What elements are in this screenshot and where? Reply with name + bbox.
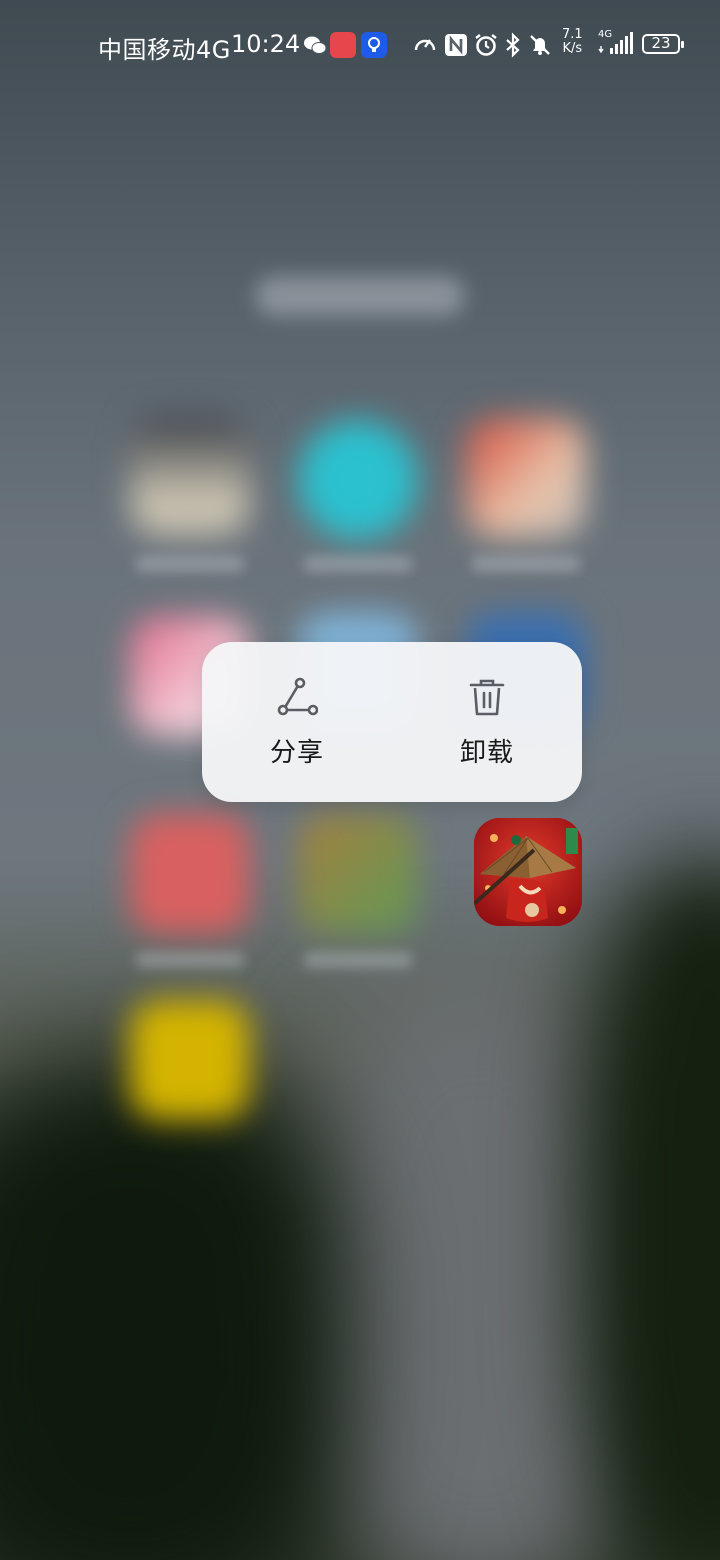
- battery-icon: 23: [642, 34, 684, 54]
- app-label-blurred: [135, 556, 245, 572]
- network-speed-unit: K/s: [562, 41, 583, 56]
- app-icon-blurred: [130, 1000, 250, 1120]
- uninstall-label: 卸载: [459, 738, 514, 768]
- app-icon-blurred: [130, 814, 250, 934]
- app-icon-blurred: [298, 420, 418, 540]
- huawei-store-icon: [330, 32, 356, 58]
- app-icon-blurred: [298, 814, 418, 934]
- uninstall-menu-item[interactable]: 卸载: [392, 642, 582, 802]
- network-speed: 7.1 K/s: [562, 28, 583, 56]
- lightbulb-app-icon: [361, 32, 387, 58]
- app-icon-blurred: [130, 416, 250, 536]
- bluetooth-icon: [506, 32, 520, 58]
- app-label-blurred: [471, 556, 581, 572]
- share-icon: [277, 677, 318, 716]
- app-label-blurred: [303, 556, 413, 572]
- battery-level: 23: [651, 34, 671, 52]
- share-label: 分享: [269, 738, 324, 768]
- network-speed-value: 7.1: [562, 27, 583, 42]
- share-menu-item[interactable]: 分享: [202, 642, 392, 802]
- wallpaper-blur: [0, 1060, 340, 1560]
- status-bar: 中国移动4G 10:24 7.1 K/s 4G 23: [0, 22, 720, 70]
- status-clock: 10:24: [231, 30, 301, 58]
- nfc-icon: [445, 34, 467, 56]
- folder-title-blurred: [255, 276, 465, 316]
- game-artwork: [474, 818, 582, 926]
- mute-bell-icon: [530, 35, 550, 55]
- app-label-blurred: [135, 952, 245, 968]
- app-icon-blurred: [466, 418, 586, 538]
- wallpaper-blur: [580, 860, 720, 1560]
- wechat-icon: [304, 36, 327, 54]
- app-label-blurred: [303, 952, 413, 968]
- home-screen: 中国移动4G 10:24 7.1 K/s 4G 23 分享 卸载: [0, 0, 720, 1560]
- trash-icon: [469, 679, 505, 716]
- speedometer-icon: [414, 39, 436, 51]
- carrier-label: 中国移动4G: [98, 36, 231, 64]
- game-app-icon[interactable]: [474, 818, 582, 926]
- app-context-menu: 分享 卸载: [202, 642, 582, 802]
- alarm-icon: [475, 34, 497, 56]
